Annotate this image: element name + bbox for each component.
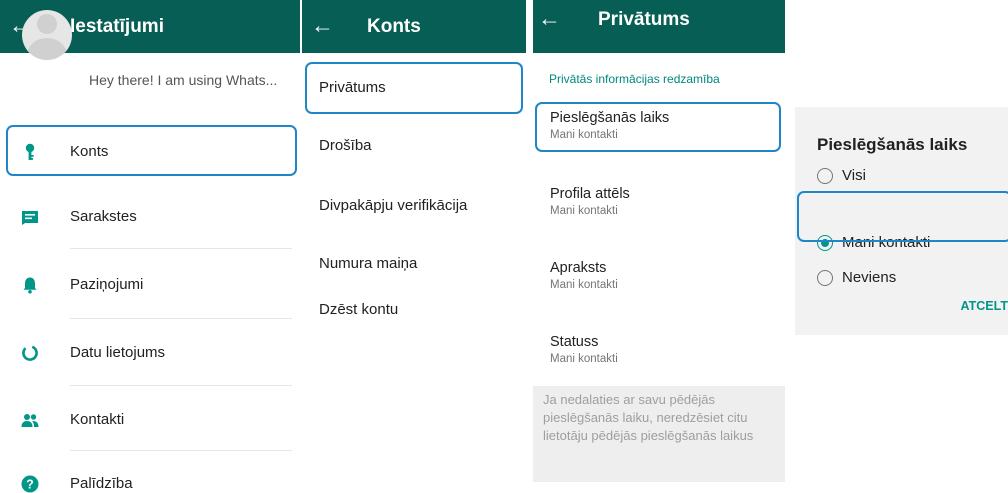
option-label: Visi bbox=[842, 167, 866, 184]
option-label: Neviens bbox=[842, 269, 897, 286]
arrow-left-icon[interactable]: ← bbox=[311, 13, 334, 37]
highlight-pieslegsanas-laiks bbox=[535, 102, 781, 152]
privacy-title: Privātums bbox=[598, 9, 690, 30]
settings-item-sarakstes[interactable]: Sarakstes bbox=[0, 190, 300, 245]
account-item-label: Numura maiņa bbox=[319, 255, 418, 272]
settings-item-pazinojumi[interactable]: Paziņojumi bbox=[0, 258, 300, 313]
account-item-label: Dzēst kontu bbox=[319, 301, 399, 318]
settings-item-kontakti[interactable]: Kontakti bbox=[0, 393, 300, 448]
privacy-item-value: Mani kontakti bbox=[550, 353, 618, 365]
last-seen-dialog: Pieslēgšanās laiks Visi Mani kontakti Ne… bbox=[795, 107, 1008, 335]
radio-unchecked-icon[interactable] bbox=[817, 168, 833, 184]
arrow-left-icon[interactable]: ← bbox=[538, 6, 561, 30]
highlight-privatums bbox=[305, 62, 523, 114]
svg-text:?: ? bbox=[26, 478, 34, 492]
divider bbox=[70, 385, 292, 386]
avatar[interactable] bbox=[22, 10, 72, 60]
contacts-icon bbox=[21, 414, 39, 427]
account-item-dzest-kontu[interactable]: Dzēst kontu bbox=[302, 284, 526, 336]
privacy-item-label: Statuss bbox=[550, 334, 599, 350]
account-item-drosiba[interactable]: Drošība bbox=[302, 120, 526, 172]
privacy-footer-note: Ja nedalaties ar savu pēdējās pieslēgšan… bbox=[533, 386, 785, 482]
cancel-button[interactable]: ATCELT bbox=[961, 299, 1008, 313]
settings-item-label: Kontakti bbox=[70, 411, 125, 428]
settings-item-datu-lietojums[interactable]: Datu lietojums bbox=[0, 326, 300, 381]
privacy-app-bar: ← Privātums bbox=[533, 0, 785, 53]
account-item-divpakapju-verifikacija[interactable]: Divpakāpju verifikācija bbox=[302, 180, 526, 232]
dialog-title: Pieslēgšanās laiks bbox=[817, 135, 968, 154]
privacy-item-statuss[interactable]: Statuss Mani kontakti bbox=[533, 326, 785, 386]
settings-screen: ← Iestatījumi Hey there! I am using What… bbox=[0, 0, 300, 493]
data-usage-icon bbox=[22, 345, 38, 361]
account-item-numura-maina[interactable]: Numura maiņa bbox=[302, 238, 526, 290]
section-header: Privātās informācijas redzamība bbox=[549, 72, 720, 86]
help-icon: ? bbox=[21, 475, 39, 493]
settings-item-label: Datu lietojums bbox=[70, 344, 166, 361]
privacy-item-label: Profila attēls bbox=[550, 186, 630, 202]
privacy-item-value: Mani kontakti bbox=[550, 205, 618, 217]
account-item-label: Drošība bbox=[319, 137, 372, 154]
divider bbox=[70, 318, 292, 319]
bell-icon bbox=[23, 277, 37, 294]
privacy-item-value: Mani kontakti bbox=[550, 279, 618, 291]
account-title: Konts bbox=[367, 16, 421, 37]
settings-item-palidziba[interactable]: ? Palīdzība bbox=[0, 457, 300, 493]
highlight-konts bbox=[6, 125, 297, 176]
settings-item-label: Paziņojumi bbox=[70, 276, 144, 293]
footer-note-text: Ja nedalaties ar savu pēdējās pieslēgšan… bbox=[543, 392, 754, 443]
privacy-item-apraksts[interactable]: Apraksts Mani kontakti bbox=[533, 252, 785, 312]
profile-status[interactable]: Hey there! I am using Whats... bbox=[89, 72, 277, 88]
account-item-label: Divpakāpju verifikācija bbox=[319, 197, 468, 214]
privacy-item-label: Apraksts bbox=[550, 260, 607, 276]
chat-icon bbox=[22, 211, 38, 225]
settings-title: Iestatījumi bbox=[70, 16, 164, 37]
privacy-screen: ← Privātums Privātās informācijas redzam… bbox=[533, 0, 785, 482]
option-neviens[interactable]: Neviens bbox=[795, 259, 1008, 299]
radio-unchecked-icon[interactable] bbox=[817, 270, 833, 286]
account-app-bar: ← Konts bbox=[302, 0, 526, 53]
settings-item-label: Palīdzība bbox=[70, 475, 133, 492]
highlight-mani-kontakti bbox=[797, 191, 1008, 242]
divider bbox=[70, 450, 292, 451]
privacy-item-profila-attels[interactable]: Profila attēls Mani kontakti bbox=[533, 178, 785, 238]
account-screen: ← Konts Privātums Drošība Divpakāpju ver… bbox=[302, 0, 526, 493]
divider bbox=[70, 248, 292, 249]
settings-item-label: Sarakstes bbox=[70, 208, 137, 225]
